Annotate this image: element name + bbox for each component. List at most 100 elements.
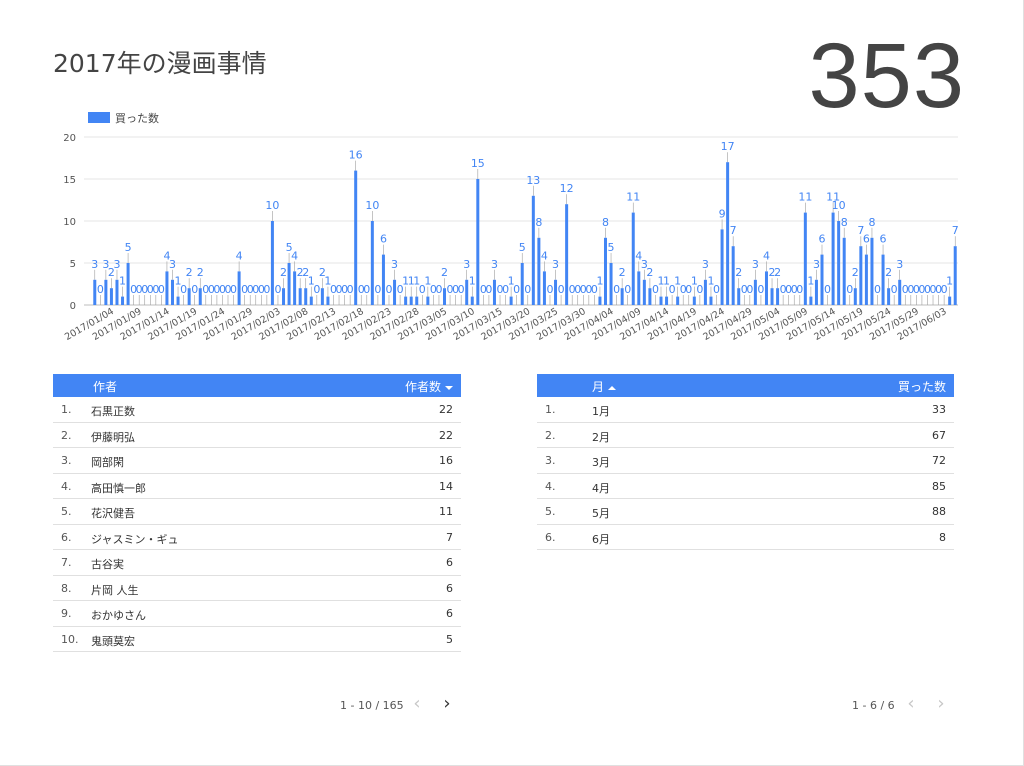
bar	[703, 279, 707, 305]
bar	[443, 288, 447, 305]
bar-value-label: 2	[197, 266, 204, 279]
bar-value-label: 0	[546, 283, 553, 296]
month-row[interactable]: 6. 6月 8	[537, 525, 954, 550]
row-name: 高田慎一郎	[91, 481, 146, 495]
bar	[304, 288, 308, 305]
bar	[770, 288, 774, 305]
bar-value-label: 2	[280, 266, 287, 279]
bar	[853, 288, 857, 305]
bar-value-label: 3	[813, 258, 820, 271]
month-row[interactable]: 5. 5月 88	[537, 499, 954, 525]
bar-value-label: 4	[541, 249, 548, 262]
authors-pagination-text: 1 - 10 / 165	[340, 699, 404, 712]
author-row[interactable]: 6. ジャスミン・ギュ 7	[53, 525, 461, 550]
author-row[interactable]: 1. 石黒正数 22	[53, 397, 461, 423]
author-row[interactable]: 8. 片岡 人生 6	[53, 576, 461, 601]
previous-page-icon[interactable]: ‹	[410, 695, 424, 714]
previous-page-icon[interactable]: ‹	[904, 695, 918, 714]
row-value: 6	[446, 581, 453, 595]
bar	[631, 212, 635, 305]
bar-value-label: 0	[374, 283, 381, 296]
bar	[659, 296, 663, 305]
row-rank: 4.	[545, 479, 556, 493]
bar	[764, 271, 768, 305]
bar	[270, 221, 274, 305]
next-page-icon[interactable]: ›	[440, 695, 454, 714]
bar	[864, 254, 868, 305]
bar-value-label: 16	[349, 149, 363, 162]
month-row[interactable]: 2. 2月 67	[537, 423, 954, 448]
author-row[interactable]: 10. 鬼頭莫宏 5	[53, 627, 461, 652]
row-value: 22	[439, 403, 453, 416]
bar	[465, 279, 469, 305]
bar-value-label: 8	[868, 216, 875, 229]
row-name: 花沢健吾	[91, 507, 135, 520]
row-rank: 4.	[61, 479, 72, 493]
bar-value-label: 9	[719, 207, 726, 220]
next-page-icon[interactable]: ›	[934, 695, 948, 714]
month-column-header[interactable]: 月	[592, 378, 617, 395]
bar-value-label: 1	[946, 275, 953, 288]
bar-value-label: 0	[363, 283, 370, 296]
bar-value-label: 0	[485, 283, 492, 296]
bar-value-label: 1	[596, 275, 603, 288]
bar-value-label: 3	[702, 258, 709, 271]
bar-value-label: 11	[626, 191, 640, 204]
bar-value-label: 3	[91, 258, 98, 271]
bar-value-label: 0	[180, 283, 187, 296]
bar	[676, 296, 680, 305]
author-row[interactable]: 4. 高田慎一郎 14	[53, 474, 461, 499]
row-value: 11	[439, 505, 453, 518]
bar	[492, 279, 496, 305]
author-row[interactable]: 5. 花沢健吾 11	[53, 499, 461, 525]
bar	[753, 279, 757, 305]
month-row[interactable]: 1. 1月 33	[537, 397, 954, 423]
bar	[370, 221, 374, 305]
bar	[842, 237, 846, 305]
bar-value-label: 8	[841, 216, 848, 229]
bar-value-label: 5	[608, 241, 615, 254]
bar	[598, 296, 602, 305]
author-row[interactable]: 7. 古谷実 6	[53, 550, 461, 576]
bar	[720, 229, 724, 305]
months-table-body: 1. 1月 33 2. 2月 67 3. 3月 72 4. 4月 85 5. 5月 88 6. 6月 8	[537, 397, 954, 550]
bar	[809, 296, 813, 305]
bar	[948, 296, 952, 305]
bar-value-label: 2	[441, 266, 448, 279]
bar	[953, 246, 957, 305]
month-row[interactable]: 4. 4月 85	[537, 474, 954, 499]
bar	[476, 179, 480, 305]
bar-value-label: 2	[885, 266, 892, 279]
month-row[interactable]: 3. 3月 72	[537, 448, 954, 474]
purchases-column-header[interactable]: 買った数	[898, 378, 946, 395]
author-count-column-header[interactable]: 作者数	[405, 378, 453, 395]
bar	[298, 288, 302, 305]
bar-value-label: 0	[458, 283, 465, 296]
bar	[731, 246, 735, 305]
sort-ascending-icon	[608, 385, 617, 390]
author-count-header-label: 作者数	[404, 380, 441, 394]
bar	[531, 195, 535, 305]
bar-value-label: 0	[313, 283, 320, 296]
author-column-header[interactable]: 作者	[93, 378, 117, 395]
bar-value-label: 7	[952, 224, 959, 237]
author-row[interactable]: 3. 岡部閑 16	[53, 448, 461, 474]
bar	[354, 170, 358, 305]
row-value: 16	[439, 454, 453, 467]
bar-value-label: 17	[721, 140, 735, 153]
row-name: 5月	[592, 507, 610, 520]
bar	[870, 237, 874, 305]
bar	[170, 279, 174, 305]
bar-value-label: 6	[863, 233, 870, 246]
row-name: 1月	[592, 405, 610, 418]
y-tick-label: 5	[70, 259, 76, 270]
author-row[interactable]: 2. 伊藤明弘 22	[53, 423, 461, 448]
bar-value-label: 0	[796, 283, 803, 296]
row-name: 伊藤明弘	[91, 430, 135, 444]
author-row[interactable]: 9. おかゆさん 6	[53, 601, 461, 627]
bar	[820, 254, 824, 305]
row-rank: 6.	[61, 530, 72, 544]
y-tick-label: 10	[63, 217, 76, 228]
bar-value-label: 2	[646, 266, 653, 279]
bar-value-label: 0	[891, 283, 898, 296]
